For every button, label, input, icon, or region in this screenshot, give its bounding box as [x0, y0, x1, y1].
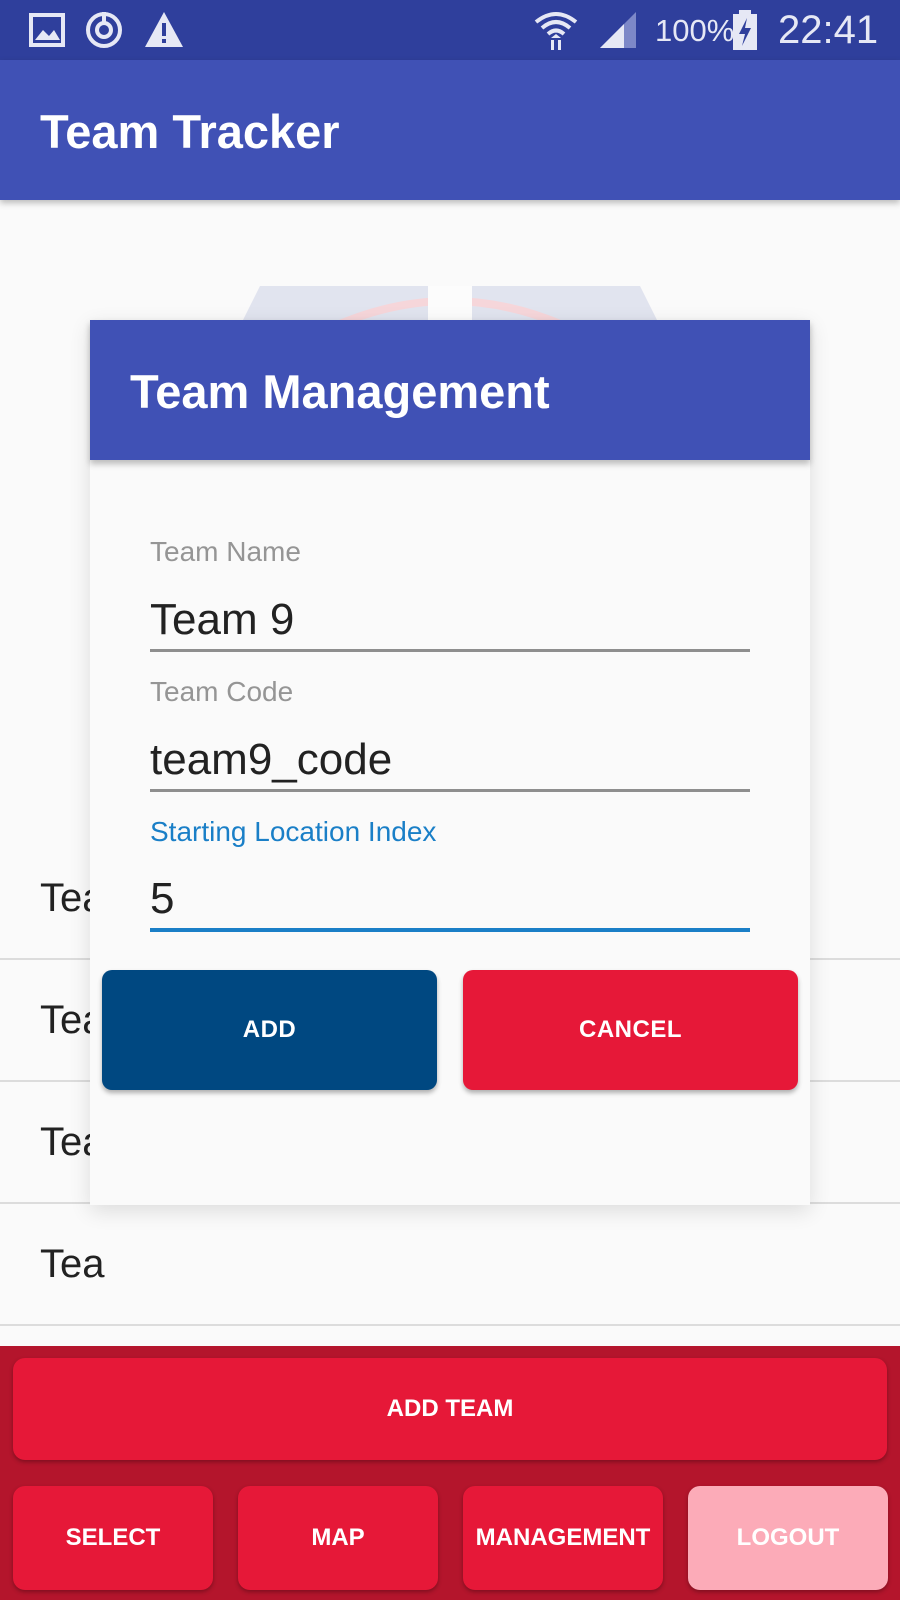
clock: 22:41	[778, 8, 879, 52]
dialog-title: Team Management	[130, 365, 550, 418]
battery-percent: 100%	[655, 13, 735, 48]
sync-icon	[86, 12, 122, 48]
warning-icon	[145, 12, 183, 47]
management-button[interactable]: MANAGEMENT	[463, 1486, 663, 1590]
battery-charging-icon	[733, 10, 757, 50]
map-button[interactable]: MAP	[238, 1486, 438, 1590]
starting-location-index-label: Starting Location Index	[150, 816, 437, 847]
status-bar: 100% 22:41	[0, 0, 900, 60]
app-bar: Team Tracker	[0, 60, 900, 200]
wifi-icon	[534, 12, 578, 50]
team-code-input[interactable]	[150, 730, 750, 792]
signal-icon	[600, 12, 636, 48]
team-list-item[interactable]: Tea	[0, 1204, 900, 1326]
bottom-action-panel: ADD TEAM SELECT MAP MANAGEMENT LOGOUT	[0, 1346, 900, 1600]
team-list-item-label: Tea	[40, 1242, 105, 1286]
gallery-icon	[29, 13, 65, 47]
cancel-button[interactable]: CANCEL	[463, 970, 798, 1090]
team-name-label: Team Name	[150, 536, 301, 567]
team-name-input[interactable]	[150, 590, 750, 652]
select-button[interactable]: SELECT	[13, 1486, 213, 1590]
app-title: Team Tracker	[40, 105, 340, 158]
add-button[interactable]: ADD	[102, 970, 437, 1090]
team-management-dialog: Team Management Team Name Team Code Star…	[90, 320, 810, 1205]
team-code-label: Team Code	[150, 676, 294, 707]
logout-button[interactable]: LOGOUT	[688, 1486, 888, 1590]
dialog-header: Team Management	[90, 320, 810, 460]
add-team-button[interactable]: ADD TEAM	[13, 1358, 887, 1460]
starting-location-index-input[interactable]	[150, 870, 750, 932]
